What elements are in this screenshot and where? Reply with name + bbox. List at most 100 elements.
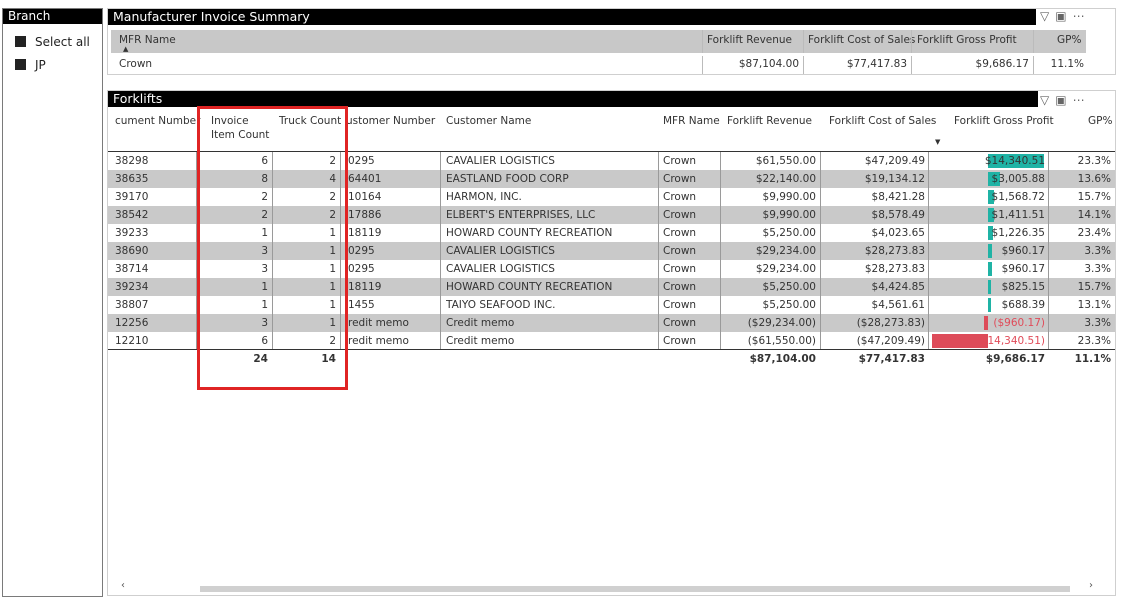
cell-forklift-cost: $4,561.61	[871, 299, 925, 311]
cell-forklift-revenue: $29,234.00	[755, 263, 816, 275]
cell-mfr-name: Crown	[663, 299, 697, 311]
cell-gp: 3.3%	[1084, 245, 1111, 257]
cell-gp: 3.3%	[1084, 263, 1111, 275]
cell-forklift-revenue: $61,550.00	[755, 155, 816, 167]
cell-gp: 14.1%	[1077, 209, 1111, 221]
slicer-item-jp[interactable]: JP	[15, 57, 46, 73]
forklifts-title: Forklifts	[108, 91, 1038, 107]
column-header-revenue[interactable]: Forklift Revenue	[707, 32, 792, 48]
column-header-profit[interactable]: Forklift Gross Profit	[917, 32, 1017, 48]
cell-profit: $9,686.17	[975, 58, 1029, 70]
column-header-forklift-gross-profit[interactable]: Forklift Gross Profit	[954, 114, 1054, 128]
sort-ascending-icon: ▲	[123, 45, 129, 53]
cell-forklift-revenue: ($61,550.00)	[747, 335, 816, 347]
cell-forklift-revenue: $9,990.00	[762, 209, 816, 221]
manufacturer-invoice-summary: Manufacturer Invoice Summary ▽ ▣ ⋯ MFR Nam…	[107, 8, 1116, 75]
column-header-document-number[interactable]: cument Number	[115, 114, 200, 128]
cell-forklift-cost: $28,273.83	[864, 263, 925, 275]
cell-forklift-cost: $19,134.12	[864, 173, 925, 185]
cell-mfr-name: Crown	[663, 191, 697, 203]
cell-forklift-gross-profit: $1,411.51	[991, 209, 1045, 221]
cell-customer-name: Credit memo	[446, 317, 515, 329]
slicer-item-label: JP	[35, 58, 46, 72]
filter-icon[interactable]: ▽	[1040, 93, 1049, 107]
filter-icon[interactable]: ▽	[1040, 9, 1049, 23]
branch-slicer-title: Branch	[3, 9, 102, 24]
cell-document-number: 38690	[115, 245, 149, 257]
cell-customer-name: CAVALIER LOGISTICS	[446, 263, 555, 275]
cell-customer-number: 0295	[348, 155, 375, 167]
cell-forklift-revenue: $5,250.00	[762, 227, 816, 239]
cell-forklift-cost: $47,209.49	[864, 155, 925, 167]
summary-visual-header: ▽ ▣ ⋯	[1040, 9, 1091, 23]
cell-customer-number: redit memo	[348, 317, 409, 329]
cell-gp: 23.3%	[1077, 155, 1111, 167]
scroll-left-icon[interactable]: ‹	[121, 580, 125, 591]
cell-forklift-cost: $8,421.28	[871, 191, 925, 203]
cell-customer-number: 0295	[348, 263, 375, 275]
cell-gp: 15.7%	[1077, 191, 1111, 203]
column-header-customer-name[interactable]: Customer Name	[446, 114, 531, 128]
more-options-icon[interactable]: ⋯	[1073, 93, 1085, 107]
cell-mfr-name: Crown	[663, 335, 697, 347]
scroll-right-icon[interactable]: ›	[1089, 580, 1093, 591]
checkbox-icon[interactable]	[15, 36, 26, 47]
cell-forklift-gross-profit: $688.39	[1001, 299, 1045, 311]
cell-customer-number: 64401	[348, 173, 382, 185]
slicer-item-select-all[interactable]: Select all	[15, 34, 90, 50]
cell-mfr: Crown	[119, 58, 153, 70]
cell-gp: 3.3%	[1084, 317, 1111, 329]
cell-document-number: 39234	[115, 281, 149, 293]
scrollbar-thumb[interactable]	[200, 586, 1070, 592]
cell-customer-name: ELBERT'S ENTERPRISES, LLC	[446, 209, 596, 221]
checkbox-icon[interactable]	[15, 59, 26, 70]
cell-gp: 23.3%	[1077, 335, 1111, 347]
cell-document-number: 38807	[115, 299, 149, 311]
cell-mfr-name: Crown	[663, 227, 697, 239]
cell-customer-name: HARMON, INC.	[446, 191, 522, 203]
cell-document-number: 12210	[115, 335, 149, 347]
cell-forklift-cost: ($47,209.49)	[856, 335, 925, 347]
cell-forklift-cost: $28,273.83	[864, 245, 925, 257]
more-options-icon[interactable]: ⋯	[1073, 9, 1085, 23]
highlight-box	[197, 106, 348, 390]
column-header-customer-number[interactable]: ustomer Number	[346, 114, 435, 128]
cell-mfr-name: Crown	[663, 317, 697, 329]
cell-mfr-name: Crown	[663, 245, 697, 257]
cell-mfr-name: Crown	[663, 281, 697, 293]
cell-forklift-gross-profit: $960.17	[1001, 245, 1045, 257]
cell-forklift-gross-profit: $14,340.51)	[980, 335, 1045, 347]
cell-customer-number: 18119	[348, 227, 382, 239]
cell-forklift-gross-profit: $960.17	[1001, 263, 1045, 275]
cell-forklift-cost: ($28,273.83)	[856, 317, 925, 329]
column-header-gp[interactable]: GP%	[1057, 32, 1081, 48]
cell-mfr-name: Crown	[663, 209, 697, 221]
column-header-mfr-name[interactable]: MFR Name	[663, 114, 720, 128]
column-header-forklift-revenue[interactable]: Forklift Revenue	[727, 114, 812, 128]
cell-customer-number: 10164	[348, 191, 382, 203]
focus-mode-icon[interactable]: ▣	[1055, 9, 1066, 23]
sort-descending-icon: ▼	[935, 138, 941, 146]
cell-forklift-revenue: $5,250.00	[762, 299, 816, 311]
cell-forklift-gross-profit: $3,005.88	[991, 173, 1045, 185]
forklifts-visual-header: ▽ ▣ ⋯	[1040, 93, 1091, 107]
cell-gp: 13.6%	[1077, 173, 1111, 185]
cell-customer-number: 1455	[348, 299, 375, 311]
cell-document-number: 38542	[115, 209, 149, 221]
cell-document-number: 39233	[115, 227, 149, 239]
column-header-gp[interactable]: GP%	[1088, 114, 1112, 128]
cell-forklift-gross-profit: ($960.17)	[993, 317, 1045, 329]
cell-document-number: 38298	[115, 155, 149, 167]
total-forklift-cost: $77,417.83	[858, 353, 925, 365]
cell-forklift-gross-profit: $825.15	[1001, 281, 1045, 293]
column-header-forklift-cost[interactable]: Forklift Cost of Sales	[829, 114, 936, 128]
cell-gp: 15.7%	[1077, 281, 1111, 293]
column-header-cost[interactable]: Forklift Cost of Sales	[808, 32, 915, 48]
cell-gp: 11.1%	[1050, 58, 1084, 70]
total-forklift-gross-profit: $9,686.17	[985, 353, 1045, 365]
summary-header-row: MFR Name ▲ Forklift Revenue Forklift Cos…	[111, 30, 1086, 53]
cell-customer-name: CAVALIER LOGISTICS	[446, 155, 555, 167]
cell-customer-number: redit memo	[348, 335, 409, 347]
focus-mode-icon[interactable]: ▣	[1055, 93, 1066, 107]
cell-revenue: $87,104.00	[738, 58, 799, 70]
